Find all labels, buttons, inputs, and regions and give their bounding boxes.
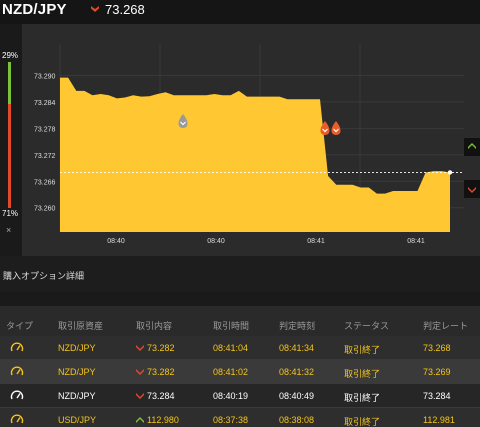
current-price-dot bbox=[447, 170, 453, 175]
asset-cell: NZD/JPY bbox=[58, 391, 96, 401]
status-cell: 取引終了 bbox=[344, 369, 381, 379]
trade-time-cell: 08:40:19 bbox=[213, 391, 249, 401]
status-cell: 取引終了 bbox=[344, 345, 381, 355]
judge-rate-cell: 73.284 bbox=[423, 391, 451, 401]
gauge-icon bbox=[10, 342, 24, 352]
trade-rate-cell: 73.282 bbox=[147, 367, 175, 377]
up-arrow-icon bbox=[136, 417, 144, 423]
trade-marker-icon bbox=[331, 121, 341, 135]
y-tick-label: 73.290 bbox=[34, 73, 56, 80]
judge-time-cell: 08:38:08 bbox=[279, 415, 315, 425]
down-arrow-icon bbox=[136, 369, 144, 375]
options-table: タイプ 取引原資産 取引内容 取引時間 判定時刻 ステータス 判定レート NZD… bbox=[0, 306, 480, 427]
table-row[interactable]: USD/JPY 112.980 08:37:38 08:38:08 取引終了 112.98… bbox=[0, 408, 480, 427]
header-type: タイプ bbox=[6, 321, 34, 331]
down-arrow-icon bbox=[136, 393, 144, 399]
y-tick-label: 73.260 bbox=[34, 206, 56, 213]
judge-rate-cell: 73.269 bbox=[423, 367, 451, 377]
judge-time-cell: 08:41:32 bbox=[279, 367, 315, 377]
y-tick-label: 73.272 bbox=[34, 153, 56, 160]
gauge-icon bbox=[10, 366, 24, 376]
asset-cell: USD/JPY bbox=[58, 415, 97, 425]
gauge-icon bbox=[10, 390, 24, 400]
judge-time-cell: 08:41:34 bbox=[279, 343, 315, 353]
y-tick-label: 73.278 bbox=[34, 126, 56, 133]
down-arrow-icon bbox=[136, 345, 144, 351]
header-judge-time: 判定時刻 bbox=[279, 321, 316, 331]
judge-rate-cell: 73.268 bbox=[423, 343, 451, 353]
status-cell: 取引終了 bbox=[344, 393, 381, 403]
x-tick-label: 08:41 bbox=[307, 238, 325, 245]
trade-time-cell: 08:37:38 bbox=[213, 415, 249, 425]
section-header: 購入オプション詳細 bbox=[0, 256, 480, 292]
high-button[interactable] bbox=[464, 138, 480, 156]
low-button[interactable] bbox=[464, 180, 480, 198]
header-trade-time: 取引時間 bbox=[213, 321, 250, 331]
trading-app: NZD/JPY 73.268 29% 71% × 73.290 73.284 73.… bbox=[0, 0, 480, 427]
header-asset: 取引原資産 bbox=[58, 321, 104, 331]
table-row[interactable]: NZD/JPY 73.284 08:40:19 08:40:49 取引終了 73.284 bbox=[0, 384, 480, 408]
y-tick-label: 73.266 bbox=[34, 179, 56, 186]
header-status: ステータス bbox=[344, 321, 390, 331]
trade-time-cell: 08:41:02 bbox=[213, 367, 249, 377]
table-header: タイプ 取引原資産 取引内容 取引時間 判定時刻 ステータス 判定レート bbox=[0, 306, 480, 336]
table-row[interactable]: NZD/JPY 73.282 08:41:02 08:41:32 取引終了 73.269 bbox=[0, 360, 480, 384]
down-arrow-icon bbox=[468, 187, 476, 193]
status-cell: 取引終了 bbox=[344, 417, 381, 427]
x-tick-label: 08:40 bbox=[107, 238, 125, 245]
y-tick-label: 73.284 bbox=[34, 100, 56, 107]
gauge-icon bbox=[10, 414, 24, 424]
x-tick-label: 08:41 bbox=[407, 238, 425, 245]
trade-rate-cell: 112.980 bbox=[147, 415, 179, 425]
asset-cell: NZD/JPY bbox=[58, 343, 96, 353]
up-arrow-icon bbox=[468, 143, 476, 149]
trade-time-cell: 08:41:04 bbox=[213, 343, 249, 353]
asset-cell: NZD/JPY bbox=[58, 367, 96, 377]
header-content: 取引内容 bbox=[136, 321, 173, 331]
judge-rate-cell: 112.981 bbox=[423, 415, 455, 425]
header-judge-rate: 判定レート bbox=[423, 321, 469, 331]
table-row[interactable]: NZD/JPY 73.282 08:41:04 08:41:34 取引終了 73.268 bbox=[0, 336, 480, 360]
x-tick-label: 08:40 bbox=[207, 238, 225, 245]
trade-rate-cell: 73.282 bbox=[147, 343, 175, 353]
trade-rate-cell: 73.284 bbox=[147, 391, 175, 401]
section-title: 購入オプション詳細 bbox=[3, 271, 85, 281]
price-chart: 73.290 73.284 73.278 73.272 73.266 73.260 08:4… bbox=[34, 44, 464, 245]
judge-time-cell: 08:40:49 bbox=[279, 391, 315, 401]
